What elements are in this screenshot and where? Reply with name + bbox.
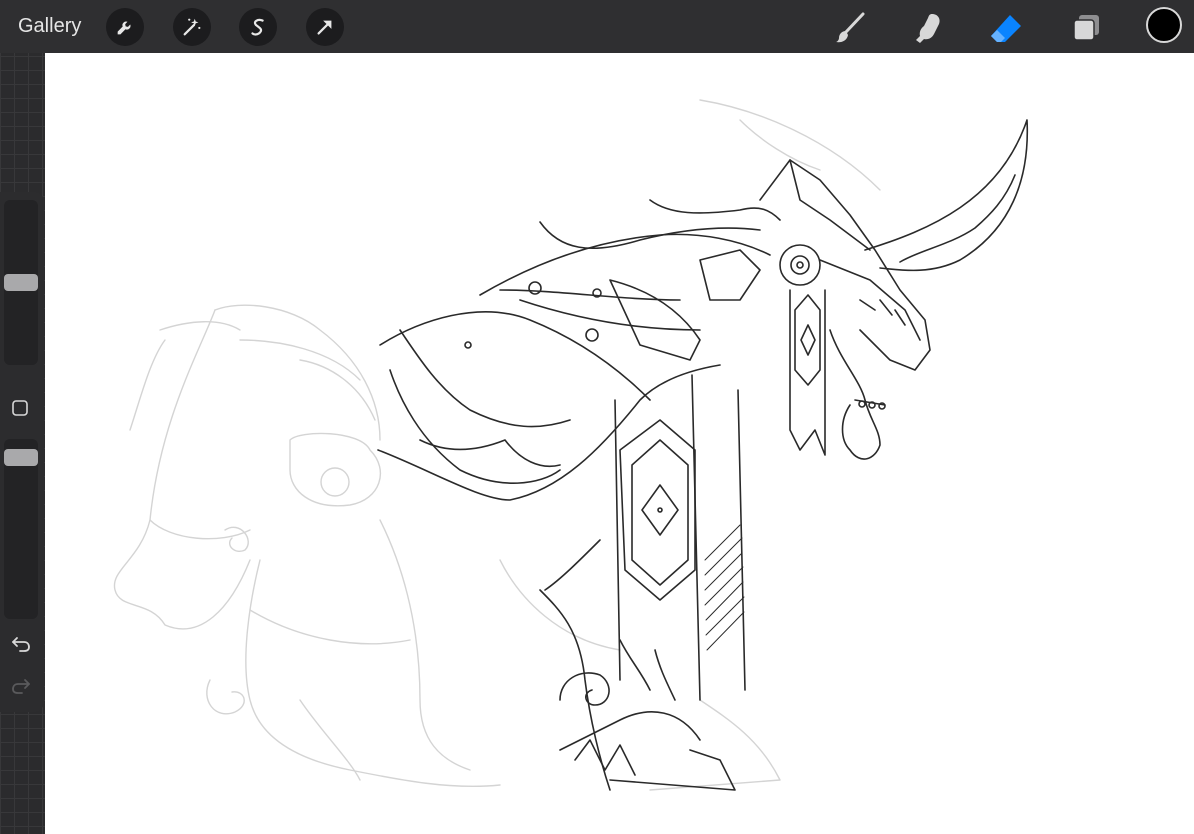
brush-size-slider-thumb[interactable] <box>4 274 38 291</box>
brush-opacity-slider[interactable] <box>4 439 38 619</box>
layers-button[interactable] <box>1066 8 1106 48</box>
layers-icon <box>1073 15 1099 41</box>
redo-icon[interactable] <box>10 674 32 696</box>
selection-s-icon <box>251 18 264 36</box>
undo-icon[interactable] <box>10 632 32 654</box>
brush-opacity-slider-thumb[interactable] <box>4 449 38 466</box>
selection-button[interactable] <box>239 8 277 46</box>
gallery-button[interactable]: Gallery <box>18 14 81 38</box>
brush-tool-button[interactable] <box>830 8 870 48</box>
sketch-artwork <box>113 99 1029 791</box>
arrow-cursor-icon <box>317 20 332 35</box>
color-picker-button[interactable] <box>1146 7 1182 43</box>
transform-button[interactable] <box>306 8 344 46</box>
brush-icon <box>836 12 865 43</box>
left-sidebar <box>0 192 44 712</box>
smudge-tool-button[interactable] <box>908 8 948 48</box>
drawing-canvas[interactable] <box>45 53 1194 834</box>
top-toolbar: Gallery <box>0 0 1194 53</box>
magic-wand-icon <box>183 18 201 36</box>
modify-square-icon[interactable] <box>10 398 30 418</box>
wrench-icon <box>117 21 131 35</box>
smudge-finger-icon <box>916 14 940 43</box>
eraser-icon <box>991 15 1021 42</box>
eraser-tool-button[interactable] <box>986 8 1026 48</box>
actions-button[interactable] <box>106 8 144 46</box>
adjustments-button[interactable] <box>173 8 211 46</box>
